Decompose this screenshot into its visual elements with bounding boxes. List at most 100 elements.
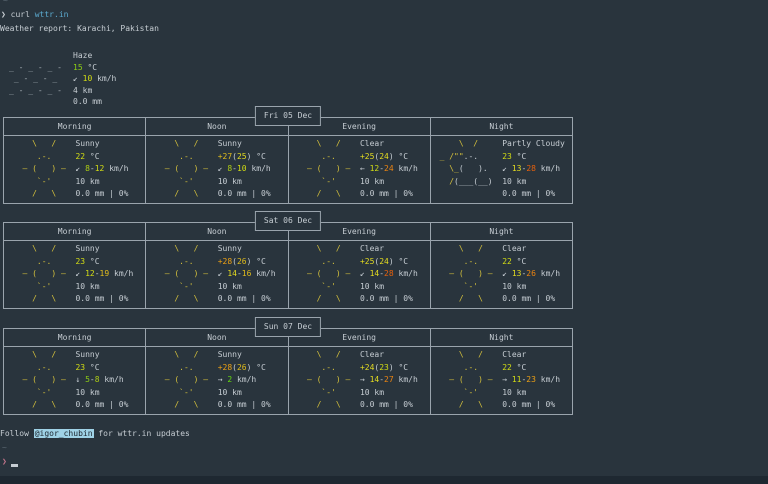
cell-text: +25(24) °C — [360, 151, 408, 164]
sunny-icon: \ / — [435, 349, 502, 362]
forecast-cell-noon: \ / Sunny .-. +28(26) °C — ( ) — ↙ 14-16… — [146, 241, 288, 308]
forecast-table-fri: Fri 05 DecMorningNoonEveningNight \ / Su… — [3, 117, 573, 204]
sunny-icon: .-. — [150, 256, 217, 269]
sunny-icon: — ( ) — — [293, 163, 360, 176]
forecast-line: — ( ) — ↙ 14-28 km/h — [293, 268, 430, 281]
cell-text: +28(26) °C — [218, 362, 266, 375]
cell-text: 10 km — [360, 176, 384, 189]
partly-cloudy-icon: \ / — [435, 138, 502, 151]
forecast-line: .-. 23 °C — [8, 256, 145, 269]
forecast-line: /(___(__) 10 km — [435, 176, 572, 189]
current-line: 0.0 mm — [1, 96, 116, 108]
sunny-icon: \ / — [8, 349, 75, 362]
sunny-icon: / \ — [435, 293, 502, 306]
forecast-cell-night: \ / Partly Cloudy _ /"".-. 23 °C \_( ). … — [431, 136, 572, 203]
cell-text: ↙ 8-10 km/h — [218, 163, 271, 176]
sunny-icon: `-' — [150, 176, 217, 189]
forecast-line: / \ 0.0 mm | 0% — [8, 188, 145, 201]
partly-cloudy-icon: _ /"".-. — [435, 151, 502, 164]
cell-text: 0.0 mm | 0% — [218, 188, 271, 201]
twitter-handle-badge[interactable]: @igor_chubin — [34, 429, 94, 438]
current-text: 4 km — [73, 85, 92, 97]
forecast-line: `-' 10 km — [293, 281, 430, 294]
sunny-icon: .-. — [8, 362, 75, 375]
cell-text: ↙ 14-28 km/h — [360, 268, 418, 281]
sunny-icon: \ / — [435, 243, 502, 256]
forecast-line: \ / Clear — [293, 243, 430, 256]
forecast-line: `-' 10 km — [150, 176, 287, 189]
cell-text: Clear — [360, 138, 384, 151]
terminal-screen[interactable]: ~ ❯ curl wttr.in Weather report: Karachi… — [0, 0, 768, 484]
forecast-line: \ / Sunny — [8, 138, 145, 151]
forecast-line: / \ 0.0 mm | 0% — [435, 399, 572, 412]
forecast-line: / \ 0.0 mm | 0% — [293, 399, 430, 412]
prompt-icon: ❯ — [2, 456, 7, 468]
forecast-line: .-. +24(23) °C — [293, 362, 430, 375]
cell-text: 10 km — [502, 281, 526, 294]
cell-text: ↓ 5-8 km/h — [75, 374, 123, 387]
sunny-icon: `-' — [8, 176, 75, 189]
cell-text: 23 °C — [75, 256, 99, 269]
sunny-icon: `-' — [150, 387, 217, 400]
sunny-icon: — ( ) — — [293, 268, 360, 281]
haze-icon — [1, 50, 73, 62]
forecast-line: — ( ) — ← 12-24 km/h — [293, 163, 430, 176]
report-title: Weather report: Karachi, Pakistan — [0, 23, 159, 35]
sunny-icon: — ( ) — — [293, 374, 360, 387]
sunny-icon: \ / — [150, 243, 217, 256]
sunny-icon: — ( ) — — [150, 268, 217, 281]
sunny-icon: / \ — [293, 293, 360, 306]
forecast-line: — ( ) — → 2 km/h — [150, 374, 287, 387]
wttr-url-link[interactable]: wttr.in — [35, 10, 69, 19]
sunny-icon: .-. — [150, 362, 217, 375]
forecast-line: `-' 10 km — [293, 387, 430, 400]
command-text: curl — [6, 10, 35, 19]
command-line: ❯ curl wttr.in — [1, 9, 68, 21]
cell-text: Clear — [360, 349, 384, 362]
cell-text: 10 km — [218, 281, 242, 294]
sunny-icon: \ / — [8, 243, 75, 256]
forecast-line: / \ 0.0 mm | 0% — [293, 293, 430, 306]
bottom-bar — [0, 476, 768, 484]
cell-text: +24(23) °C — [360, 362, 408, 375]
sunny-icon: / \ — [150, 293, 217, 306]
forecast-line: `-' 10 km — [435, 281, 572, 294]
forecast-line: .-. 22 °C — [435, 256, 572, 269]
sunny-icon: — ( ) — — [8, 268, 75, 281]
column-header-morning: Morning — [4, 223, 146, 240]
sunny-icon: / \ — [8, 293, 75, 306]
sunny-icon: .-. — [150, 151, 217, 164]
terminal-cursor — [11, 464, 18, 467]
cell-text: Sunny — [218, 243, 242, 256]
forecast-line: .-. 22 °C — [8, 151, 145, 164]
cell-text: Clear — [360, 243, 384, 256]
column-header-night: Night — [431, 223, 572, 240]
column-header-morning: Morning — [4, 118, 146, 135]
footer-prefix: Follow — [0, 429, 34, 438]
forecast-line: \ / Clear — [293, 138, 430, 151]
cell-text: 10 km — [218, 387, 242, 400]
forecast-line: \ / Clear — [293, 349, 430, 362]
sunny-icon: `-' — [150, 281, 217, 294]
shell-tilde: ~ — [3, 0, 8, 7]
forecast-cell-night: \ / Clear .-. 22 °C — ( ) — ↙ 13-26 km/h… — [431, 241, 572, 308]
cell-text: 23 °C — [502, 151, 526, 164]
cell-text: Sunny — [218, 138, 242, 151]
forecast-line: _ /"".-. 23 °C — [435, 151, 572, 164]
sunny-icon: / \ — [293, 399, 360, 412]
sunny-icon: / \ — [150, 188, 217, 201]
cell-text: 0.0 mm | 0% — [502, 399, 555, 412]
sunny-icon: `-' — [293, 176, 360, 189]
forecast-line: \ / Clear — [435, 243, 572, 256]
cell-text: 0.0 mm | 0% — [75, 188, 128, 201]
sunny-icon: \ / — [293, 243, 360, 256]
cell-text: 0.0 mm | 0% — [360, 293, 413, 306]
footer-suffix: for wttr.in updates — [94, 429, 190, 438]
current-text: 0.0 mm — [73, 96, 102, 108]
forecast-line: `-' 10 km — [435, 387, 572, 400]
forecast-line: — ( ) — → 14-27 km/h — [293, 374, 430, 387]
sunny-icon: `-' — [293, 387, 360, 400]
sunny-icon: `-' — [435, 281, 502, 294]
sunny-icon: — ( ) — — [8, 163, 75, 176]
forecast-cell-noon: \ / Sunny .-. +27(25) °C — ( ) — ↙ 8-10 … — [146, 136, 288, 203]
